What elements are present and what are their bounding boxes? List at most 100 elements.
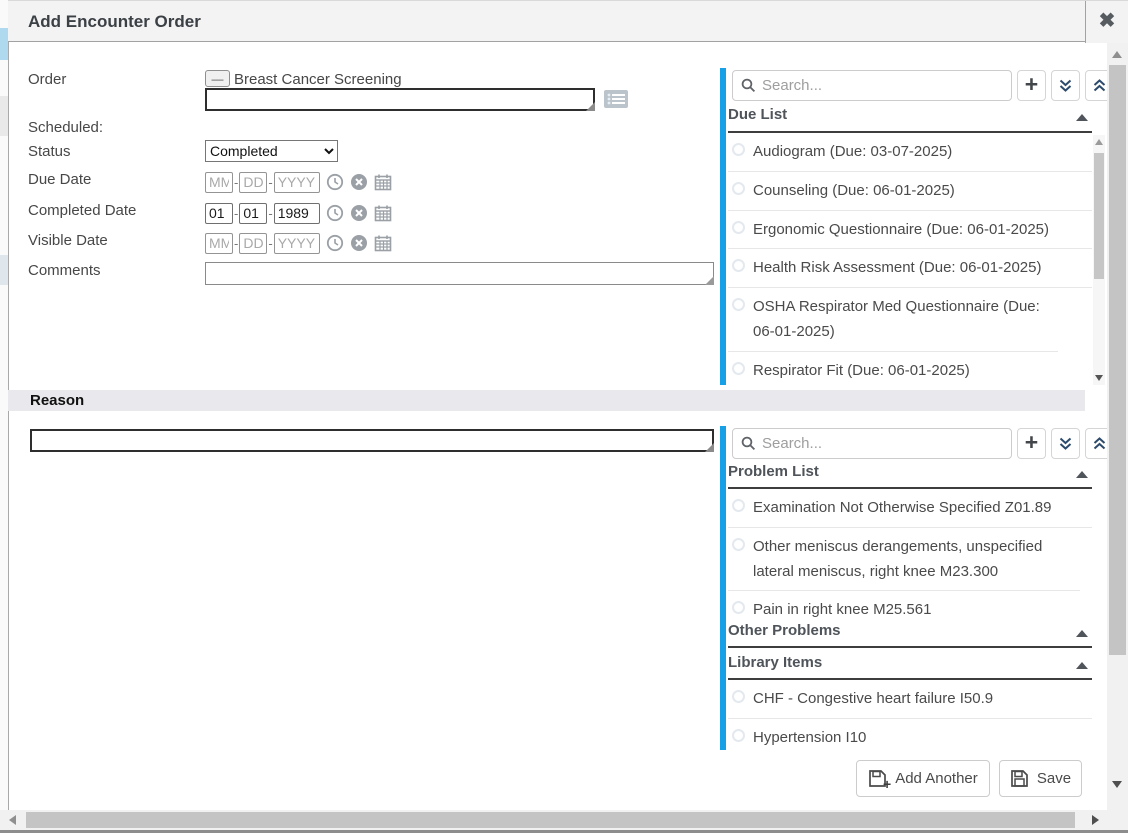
other-problems-header-label: Other Problems (728, 622, 841, 639)
visible-date-day-input[interactable] (239, 233, 267, 254)
save-icon (1010, 769, 1029, 788)
collapse-order-button[interactable]: — (205, 70, 230, 87)
due-list-rows: Audiogram (Due: 03-07-2025) Counseling (… (728, 133, 1092, 385)
list-item[interactable]: Audiogram (Due: 03-07-2025) (728, 133, 1092, 172)
due-date-calendar-button[interactable] (374, 173, 392, 191)
due-list-panel: + Due List Audiogram (Due: 0 (720, 68, 1106, 385)
scroll-up-icon[interactable] (1112, 51, 1122, 58)
panel-accent-bar (720, 426, 726, 750)
problem-search-input[interactable] (762, 435, 1003, 452)
clock-icon (326, 173, 344, 191)
radio-circle-icon (732, 690, 745, 703)
add-another-label: Add Another (895, 770, 978, 787)
scrollbar-thumb[interactable] (1094, 153, 1104, 279)
other-problems-section-header[interactable]: Other Problems (728, 622, 1092, 648)
scroll-up-icon[interactable] (1095, 139, 1103, 145)
completed-date-calendar-button[interactable] (374, 204, 392, 222)
scroll-down-icon[interactable] (1112, 781, 1122, 788)
due-date-time-button[interactable] (326, 173, 344, 191)
date-separator: - (234, 175, 238, 190)
save-button[interactable]: Save (999, 760, 1082, 797)
comments-label: Comments (28, 262, 101, 279)
date-separator: - (268, 206, 272, 221)
collapse-caret-icon[interactable] (1076, 471, 1088, 478)
collapse-caret-icon[interactable] (1076, 114, 1088, 121)
library-items-section-header[interactable]: Library Items (728, 654, 1092, 680)
problem-list-panel: + Problem List Examination N (720, 426, 1106, 752)
collapse-caret-icon[interactable] (1076, 662, 1088, 669)
list-item-label: Audiogram (Due: 03-07-2025) (753, 140, 952, 165)
scrollbar-thumb[interactable] (1109, 65, 1126, 655)
visible-date-time-button[interactable] (326, 234, 344, 252)
list-item-label: Respirator Fit (Due: 06-01-2025) (753, 359, 970, 384)
comments-input[interactable] (205, 262, 714, 285)
completed-date-clear-button[interactable] (350, 204, 368, 222)
x-circle-icon (350, 234, 368, 252)
problem-expand-all-button[interactable] (1051, 428, 1080, 459)
visible-date-month-input[interactable] (205, 233, 233, 254)
scroll-right-icon[interactable] (1092, 815, 1099, 825)
due-date-clear-button[interactable] (350, 173, 368, 191)
x-circle-icon (350, 173, 368, 191)
completed-date-day-input[interactable] (239, 203, 267, 224)
save-label: Save (1037, 770, 1071, 787)
reason-section-header: Reason (8, 390, 1085, 411)
clock-icon (326, 204, 344, 222)
order-input[interactable] (205, 88, 595, 111)
due-date-month-input[interactable] (205, 172, 233, 193)
list-item[interactable]: OSHA Respirator Med Questionnaire (Due: … (728, 288, 1058, 352)
visible-date-clear-button[interactable] (350, 234, 368, 252)
status-select[interactable]: Completed (205, 140, 338, 162)
due-expand-all-button[interactable] (1051, 70, 1080, 101)
due-list-scrollbar[interactable] (1093, 135, 1105, 385)
radio-circle-icon (732, 298, 745, 311)
resize-grip-icon[interactable] (705, 443, 714, 452)
list-item[interactable]: Counseling (Due: 06-01-2025) (728, 172, 1092, 211)
due-add-button[interactable]: + (1017, 70, 1046, 101)
list-item[interactable]: Pain in right knee M25.561 (728, 591, 1092, 617)
scroll-left-icon[interactable] (9, 815, 16, 825)
list-item[interactable]: Examination Not Otherwise Specified Z01.… (728, 489, 1092, 528)
list-item[interactable]: Hypertension I10 (728, 719, 1092, 750)
completed-date-year-input[interactable] (274, 203, 320, 224)
list-item[interactable]: Other meniscus derangements, unspecified… (728, 528, 1080, 592)
completed-date-month-input[interactable] (205, 203, 233, 224)
problem-add-button[interactable]: + (1017, 428, 1046, 459)
resize-grip-icon[interactable] (705, 276, 714, 285)
due-date-day-input[interactable] (239, 172, 267, 193)
visible-date-label: Visible Date (28, 232, 108, 249)
due-list-section-header[interactable]: Due List (728, 106, 1092, 133)
add-another-button[interactable]: + Add Another (856, 760, 990, 797)
due-date-year-input[interactable] (274, 172, 320, 193)
radio-circle-icon (732, 143, 745, 156)
radio-circle-icon (732, 182, 745, 195)
date-separator: - (234, 206, 238, 221)
horizontal-scrollbar[interactable] (0, 810, 1107, 830)
list-item[interactable]: Ergonomic Questionnaire (Due: 06-01-2025… (728, 211, 1092, 250)
due-date-label: Due Date (28, 171, 91, 188)
vertical-scrollbar[interactable] (1107, 43, 1128, 810)
collapse-caret-icon[interactable] (1076, 630, 1088, 637)
reason-input[interactable] (30, 429, 714, 452)
order-name-text: Breast Cancer Screening (234, 71, 402, 88)
plus-icon: + (1025, 74, 1038, 94)
date-separator: - (268, 236, 272, 251)
search-icon (741, 436, 756, 451)
scrollbar-thumb[interactable] (26, 812, 1075, 828)
visible-date-year-input[interactable] (274, 233, 320, 254)
resize-grip-icon[interactable] (586, 102, 595, 111)
visible-date-group: - - (205, 232, 392, 254)
list-item[interactable]: Health Risk Assessment (Due: 06-01-2025) (728, 249, 1092, 288)
order-list-picker-button[interactable] (603, 89, 629, 114)
completed-date-time-button[interactable] (326, 204, 344, 222)
list-item[interactable]: Respirator Fit (Due: 06-01-2025) (728, 352, 1092, 386)
list-item[interactable]: CHF - Congestive heart failure I50.9 (728, 680, 1092, 719)
problem-list-section-header[interactable]: Problem List (728, 463, 1092, 489)
due-search-input[interactable] (762, 77, 1003, 94)
scroll-down-icon[interactable] (1095, 375, 1103, 381)
list-item-label: Hypertension I10 (753, 726, 866, 750)
double-chevron-down-icon (1058, 436, 1073, 451)
visible-date-calendar-button[interactable] (374, 234, 392, 252)
close-icon[interactable]: ✖ (1085, 1, 1128, 43)
background-fragment (0, 28, 8, 60)
